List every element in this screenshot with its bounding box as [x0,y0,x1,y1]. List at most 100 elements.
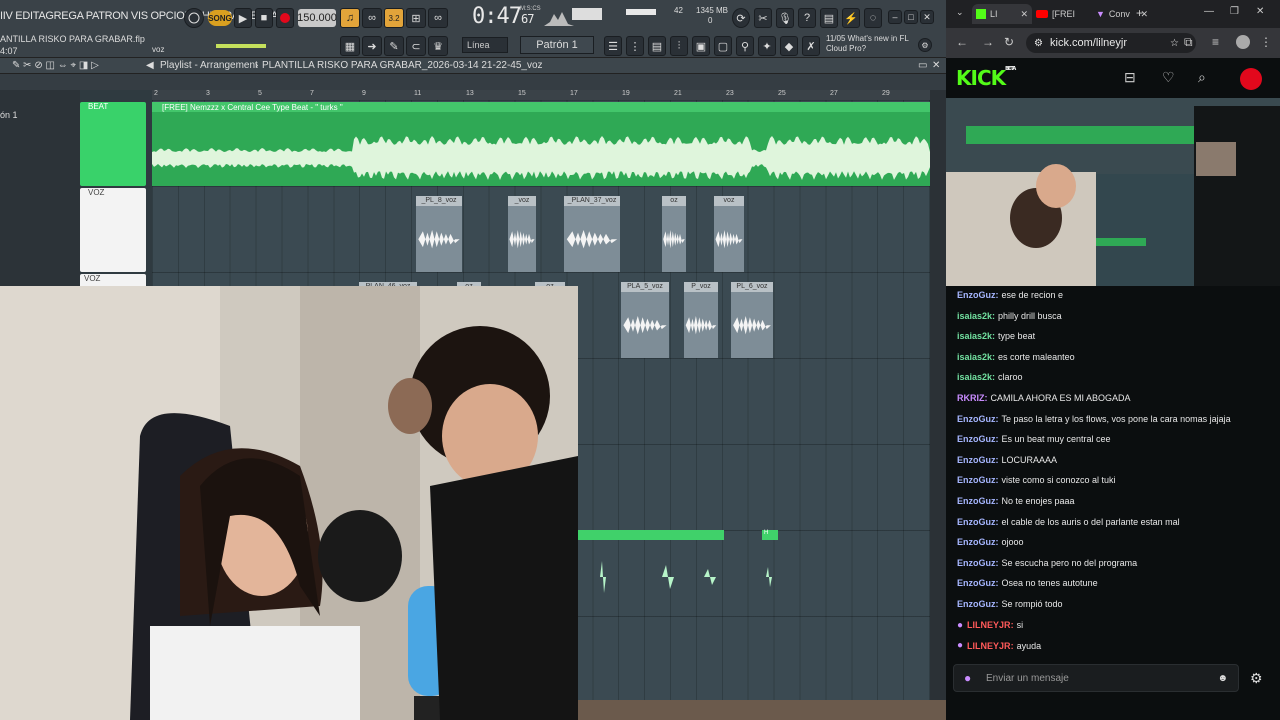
pattern-clip-small[interactable]: H [762,530,778,540]
chat-username[interactable]: isaias2k: [957,311,995,321]
blend-icon[interactable]: ∞ [428,8,448,28]
loop-record-icon[interactable]: ∞ [362,8,382,28]
news-panel[interactable]: 11/05 What's new in FL Cloud Pro? [826,34,909,54]
chat-username[interactable]: EnzoGuz: [957,414,999,424]
playlist-scrollbar[interactable] [930,90,946,700]
vocal-clip[interactable]: P_voz [684,282,718,358]
track-header-voz[interactable]: VOZ [80,188,146,272]
chat-username[interactable]: EnzoGuz: [957,599,999,609]
restore-window[interactable]: ❐ [1230,7,1239,17]
metronome-icon[interactable]: ♫ [340,8,360,28]
chat-username[interactable]: EnzoGuz: [957,434,999,444]
user-avatar[interactable] [1240,68,1262,90]
chat-username[interactable]: RKRIZ: [957,393,988,403]
minimize-button[interactable]: – [888,10,902,24]
step-edit-icon[interactable]: ⊞ [406,8,426,28]
help-icon[interactable]: ? [798,8,816,28]
url-input[interactable]: ⚙ kick.com/lilneyjr ☆ [1026,33,1196,53]
stream-player[interactable] [946,98,1280,286]
tab-youtube[interactable]: [FREI [1032,4,1092,24]
extensions-icon[interactable]: ⧉ [1184,36,1193,48]
browser-icon[interactable]: ▣ [692,36,710,56]
pencil-icon[interactable]: ✎ [384,36,404,56]
chat-username[interactable]: EnzoGuz: [957,578,999,588]
vocal-clip[interactable]: PLA_5_voz [621,282,669,358]
forward-icon[interactable]: → [982,36,994,48]
back-icon[interactable]: ← [956,36,968,48]
tab-list-icon[interactable]: ⌄ [956,8,964,17]
song-mode-button[interactable]: SONG [208,10,232,26]
playlist-close[interactable]: ✕ [932,60,940,71]
new-tab-button[interactable]: + [1136,7,1143,19]
chat-username[interactable]: LILNEYJR: [967,641,1014,651]
mic-icon[interactable]: 🎙 [776,8,794,28]
stop-button[interactable]: ■ [255,8,273,28]
piano-roll-icon[interactable]: ▦ [340,36,360,56]
plug-icon[interactable]: ⚲ [736,36,754,56]
countdown-icon[interactable]: 3.2 [384,8,404,28]
browser-menu-icon[interactable]: ⋮ [1260,36,1272,48]
search-icon[interactable]: ⌕ [1198,70,1206,84]
cpu-icon[interactable]: ⟳ [732,8,750,28]
mixer-icon[interactable]: ⫶ [670,36,688,56]
chat-message-input[interactable]: ● Enviar un mensaje ☻ [953,664,1239,692]
speaker-icon[interactable]: ◆ [780,36,798,56]
play-button[interactable]: ▶ [234,8,252,28]
playlist-tools-icons[interactable]: ✎ ✂ ⊘ ◫ ⇔ ⌖ ◨ ▷ [12,60,99,71]
brush-icon[interactable]: ✦ [758,36,776,56]
stamp-icon[interactable]: ♛ [428,36,448,56]
maximize-button[interactable]: □ [904,10,918,24]
vocal-clip[interactable]: _PLAN_37_voz [564,196,620,272]
track-header-beat[interactable]: BEAT [80,102,146,186]
timeline-ruler[interactable]: 2 3 5 7 9 11 13 15 17 19 21 23 25 27 29 [152,90,930,100]
fl-jog-icon[interactable] [184,8,204,28]
pattern-clip[interactable] [578,530,724,540]
folder-icon[interactable]: ▢ [714,36,732,56]
playlist-minimize[interactable]: ▭ [918,60,927,71]
chat-username[interactable]: EnzoGuz: [957,455,999,465]
emoji-icon[interactable]: ☻ [1217,673,1228,684]
pattern-select[interactable]: Patrón 1 [520,36,594,54]
vocal-clip[interactable]: _voz [508,196,536,272]
reload-icon[interactable]: ↻ [1004,36,1014,48]
minimize-window[interactable]: — [1204,7,1214,17]
chat-settings-icon[interactable]: ⚙ [1250,670,1263,687]
vocal-clip[interactable]: _PL_8_voz [416,196,462,272]
chat-username[interactable]: isaias2k: [957,331,995,341]
chat-username[interactable]: EnzoGuz: [957,558,999,568]
plugin-icon[interactable]: ⚡ [842,8,860,28]
record-button[interactable] [276,8,294,28]
chat-username[interactable]: EnzoGuz: [957,537,999,547]
piano-icon[interactable]: ▤ [648,36,666,56]
vocal-clip[interactable]: PL_6_voz [731,282,773,358]
playlist-arrow-icon[interactable]: ◀ [146,60,154,71]
chat-username[interactable]: EnzoGuz: [957,496,999,506]
link-icon[interactable]: ⊂ [406,36,426,56]
tab-kick[interactable]: LI ✕ [972,4,1032,24]
save-icon[interactable]: ▤ [820,8,838,28]
chat-username[interactable]: EnzoGuz: [957,290,999,300]
chat-username[interactable]: isaias2k: [957,352,995,362]
vocal-clip[interactable]: voz [714,196,744,272]
tools-icon[interactable]: ✂ [754,8,772,28]
chat-username[interactable]: EnzoGuz: [957,517,999,527]
close-button[interactable]: ✕ [920,10,934,24]
snap-select[interactable]: Línea [462,37,508,53]
profile-avatar[interactable] [1236,35,1250,49]
feather-icon[interactable]: ✗ [802,36,820,56]
gear-icon[interactable]: ⚙ [918,38,932,52]
heart-icon[interactable]: ♡ [1162,70,1175,84]
chat-username[interactable]: isaias2k: [957,372,995,382]
reading-list-icon[interactable]: ≡ [1212,36,1219,48]
beat-audio-clip[interactable]: [FREE] Nemzzz x Central Cee Type Beat - … [152,102,930,186]
channel-rack-icon[interactable]: ⋮ [626,36,644,56]
vocal-clip[interactable]: oz [662,196,686,272]
close-window[interactable]: ✕ [1256,7,1264,17]
master-volume-slider[interactable] [216,44,266,48]
playlist-icon[interactable]: ☰ [604,36,622,56]
arrow-icon[interactable]: ➜ [362,36,382,56]
kick-logo[interactable]: KICKBETA [956,66,1016,90]
gift-icon[interactable]: ⊟ [1124,70,1136,84]
chat-icon[interactable]: ◌ [864,8,882,28]
chat-username[interactable]: EnzoGuz: [957,475,999,485]
